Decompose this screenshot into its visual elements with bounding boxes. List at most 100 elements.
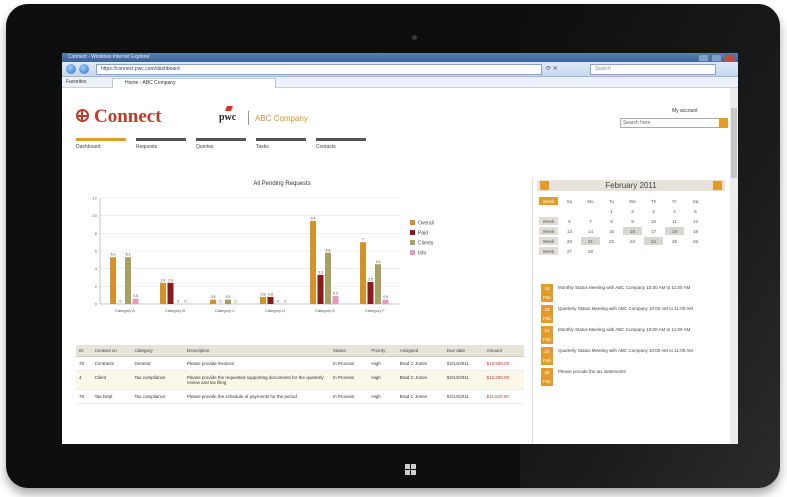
calendar-day[interactable]: 7 <box>581 217 600 225</box>
calendar-day[interactable] <box>602 247 621 255</box>
tab-contacts[interactable]: Contacts <box>316 138 366 150</box>
bar-value-label: 0 <box>235 300 237 304</box>
col-category[interactable]: Category <box>131 345 184 357</box>
bar-value-label: 0.5 <box>226 295 231 299</box>
calendar-day[interactable]: 19 <box>686 227 705 235</box>
calendar-day[interactable]: 12 <box>686 217 705 225</box>
col-amount[interactable]: Amount <box>483 345 524 357</box>
bar-value-label: 5.3 <box>126 253 131 257</box>
site-search-input[interactable]: Search here <box>620 118 720 128</box>
tab-tasks[interactable]: Tasks <box>256 138 306 150</box>
cell-due: 02/14/2011 <box>443 389 484 404</box>
calendar-day[interactable] <box>686 247 705 255</box>
back-icon[interactable] <box>66 64 76 74</box>
bar-value-label: 3.3 <box>318 270 323 274</box>
calendar-day[interactable]: 4 <box>665 207 684 215</box>
calendar-day[interactable]: 6 <box>560 217 579 225</box>
cell-created: Tax Dept <box>91 389 132 404</box>
calendar-day[interactable]: 20 <box>560 237 579 245</box>
calendar-day[interactable] <box>644 247 663 255</box>
bar-value-label: 0 <box>120 300 122 304</box>
tab-requests[interactable]: Requests <box>136 138 186 150</box>
calendar-day[interactable]: 14 <box>581 227 600 235</box>
cell-description: Please provide invoices <box>183 356 330 371</box>
next-month-icon[interactable] <box>713 181 722 190</box>
refresh-icon[interactable]: ⟳ ✕ <box>546 65 558 72</box>
tab-dashboard[interactable]: Dashboard <box>76 138 126 150</box>
calendar-day[interactable]: 1 <box>602 207 621 215</box>
forward-icon[interactable] <box>79 64 89 74</box>
tab-queries[interactable]: Queries <box>196 138 246 150</box>
calendar-day[interactable]: 13 <box>560 227 579 235</box>
col-created[interactable]: Created on <box>91 345 132 357</box>
table-row[interactable]: 78 Tax Dept Tax compliance Please provide t… <box>76 389 524 404</box>
search-button[interactable] <box>719 118 728 128</box>
calendar-day[interactable]: 23 <box>623 237 642 245</box>
calendar-day[interactable]: 25 <box>665 237 684 245</box>
col-priority[interactable]: Priority <box>368 345 397 357</box>
calendar-week-label: Week <box>539 227 558 235</box>
url-field[interactable]: https://connect.pwc.com/dashboard <box>96 64 542 75</box>
brand-name[interactable]: Connect <box>94 106 162 128</box>
calendar-day[interactable]: 8 <box>602 217 621 225</box>
address-bar: https://connect.pwc.com/dashboard ⟳ ✕ Se… <box>62 62 738 77</box>
table-row[interactable]: 78 Contracts General Please provide invoice… <box>76 356 524 371</box>
calendar-day[interactable]: 17 <box>644 227 663 235</box>
chart-bar <box>310 220 316 304</box>
table-row[interactable]: 4 Client Tax compliance Please provide the … <box>76 370 524 390</box>
calendar-day[interactable] <box>623 247 642 255</box>
tablet-screen: Connect - Windows Internet Explorer http… <box>62 53 738 444</box>
scrollbar-thumb[interactable] <box>731 108 737 178</box>
calendar-week-label: Week <box>539 217 558 225</box>
col-status[interactable]: Status <box>329 345 369 357</box>
calendar-day[interactable]: 22 <box>602 237 621 245</box>
user-menu[interactable]: My account <box>672 108 698 114</box>
calendar-day[interactable]: 16 <box>623 227 642 235</box>
maximize-button[interactable] <box>711 54 722 62</box>
calendar-weekday: Mo <box>587 198 594 204</box>
bar-value-label: 0 <box>285 300 287 304</box>
calendar-day[interactable] <box>581 207 600 215</box>
calendar-day[interactable]: 21 <box>581 237 600 245</box>
cell-created: Client <box>91 370 132 390</box>
calendar-day[interactable]: 11 <box>665 217 684 225</box>
windows-logo-icon[interactable] <box>405 464 417 476</box>
legend-swatch <box>410 230 415 235</box>
col-due[interactable]: Due date <box>443 345 484 357</box>
calendar-day[interactable]: 9 <box>623 217 642 225</box>
bar-value-label: 2.5 <box>368 277 373 281</box>
calendar-day[interactable]: 15 <box>602 227 621 235</box>
chart-bar <box>167 282 174 304</box>
col-assigned[interactable]: Assigned <box>396 345 444 357</box>
calendar-day[interactable]: 10 <box>644 217 663 225</box>
browser-tab[interactable]: Home - ABC Company <box>112 78 276 88</box>
col-id[interactable]: ID <box>76 345 92 357</box>
cell-status: In Process <box>329 370 369 390</box>
browser-search-input[interactable]: Search <box>590 64 716 75</box>
calendar-day[interactable]: 26 <box>686 237 705 245</box>
event-text: Quarterly Status Meeting with ABC Compan… <box>558 348 693 353</box>
cell-id: 78 <box>76 389 92 404</box>
cell-amount: $19,520.00 <box>483 356 524 371</box>
calendar-day[interactable] <box>560 207 579 215</box>
minimize-button[interactable] <box>698 54 709 62</box>
favorites-button[interactable]: Favorites <box>66 79 87 85</box>
calendar-day[interactable]: 28 <box>581 247 600 255</box>
calendar-weekday: Sa <box>692 198 699 204</box>
calendar-day[interactable]: 18 <box>665 227 684 235</box>
calendar-day[interactable]: 27 <box>560 247 579 255</box>
page-scrollbar[interactable] <box>730 88 738 444</box>
event-date: 28 Feb <box>541 368 553 386</box>
y-tick-label: 12 <box>93 196 98 201</box>
calendar-month: February 2011 <box>605 181 657 190</box>
calendar-day[interactable] <box>665 247 684 255</box>
x-tick-label: Category B <box>165 308 185 313</box>
col-description[interactable]: Description <box>183 345 330 357</box>
chart-bar <box>375 264 381 304</box>
close-button[interactable] <box>724 54 735 62</box>
cell-assigned: Brad C Jones <box>396 356 444 371</box>
calendar-day[interactable]: 2 <box>623 207 642 215</box>
calendar-day[interactable]: 24 <box>644 237 663 245</box>
calendar-day[interactable]: 3 <box>644 207 663 215</box>
calendar-day[interactable]: 5 <box>686 207 705 215</box>
